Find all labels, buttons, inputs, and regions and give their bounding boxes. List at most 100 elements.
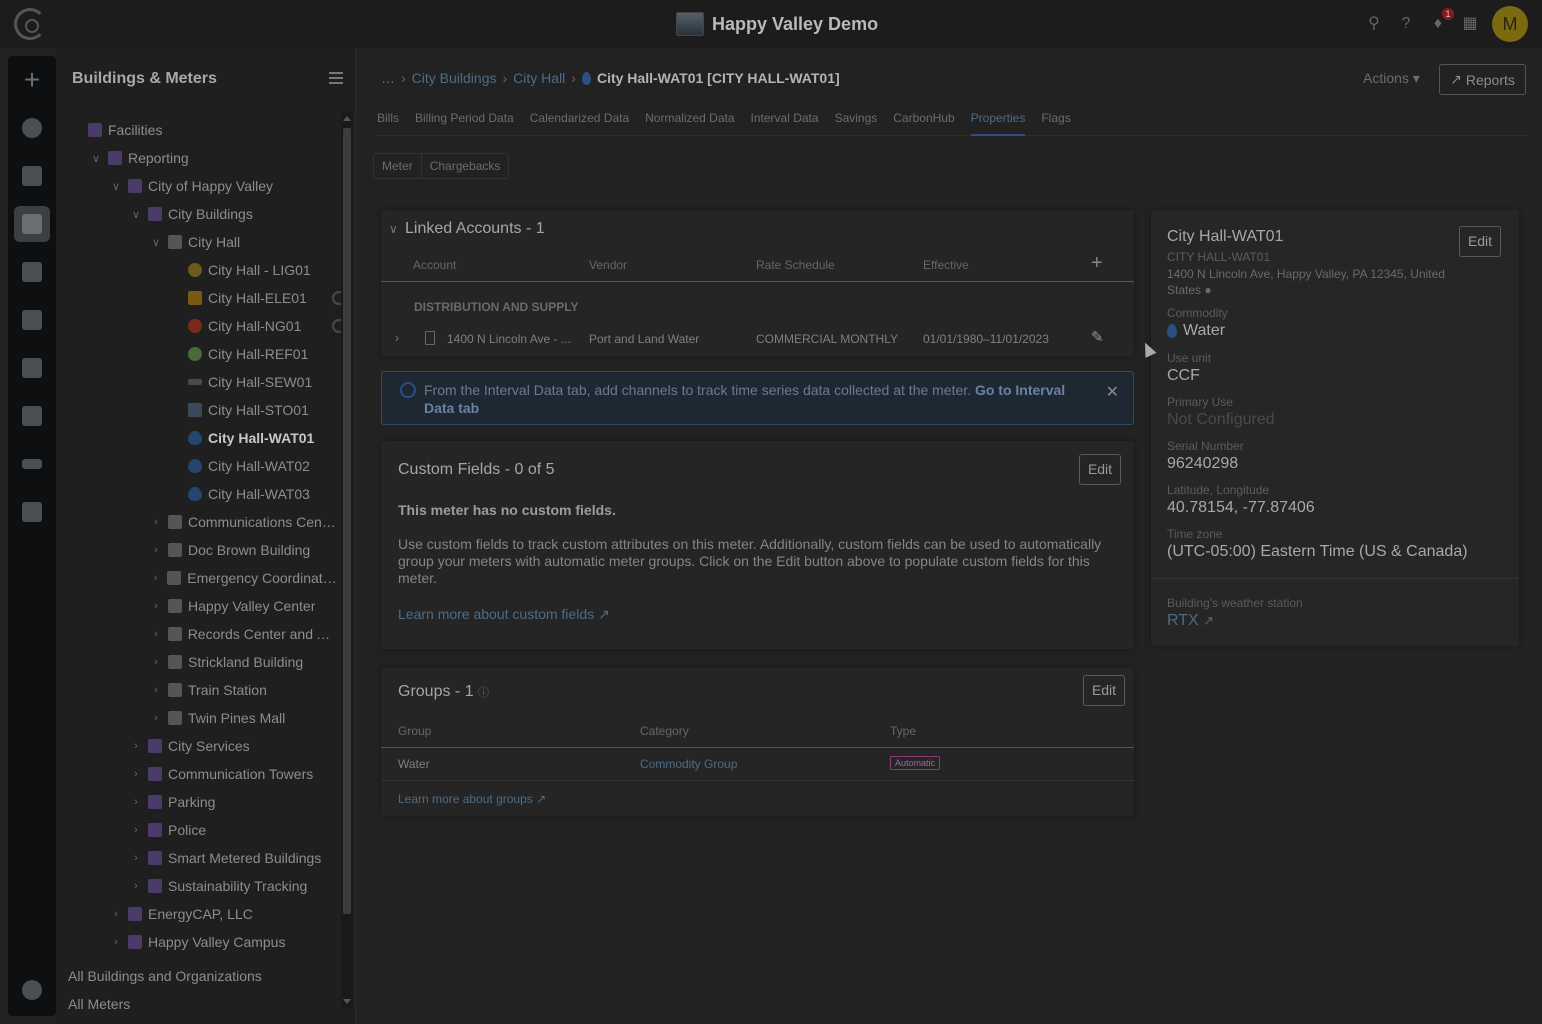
actions-dropdown[interactable]: Actions ▾ xyxy=(1363,70,1420,87)
map-pin-icon[interactable]: ● xyxy=(1204,283,1211,297)
tree-item[interactable]: › Parking xyxy=(56,788,338,816)
tree-item[interactable]: › Smart Metered Buildings xyxy=(56,844,338,872)
tab-interval-data[interactable]: Interval Data xyxy=(751,110,819,136)
tree-item[interactable]: › Happy Valley Campus xyxy=(56,928,338,956)
tree-item[interactable]: City Hall-ELE01 xyxy=(56,284,346,312)
tree-item[interactable]: City Hall-WAT01 xyxy=(56,424,338,452)
pulse-icon[interactable] xyxy=(14,446,50,482)
tree-item[interactable]: Facilities xyxy=(56,116,338,144)
tab-calendarized-data[interactable]: Calendarized Data xyxy=(530,110,629,136)
breadcrumb-item[interactable]: City Buildings xyxy=(412,70,497,86)
tree-item[interactable]: › Communication Towers xyxy=(56,760,338,788)
tab-properties[interactable]: Properties xyxy=(970,110,1026,136)
user-avatar[interactable]: M xyxy=(1492,6,1528,42)
breadcrumb-more-icon[interactable]: … xyxy=(381,70,395,86)
chevron-right-icon[interactable]: › xyxy=(148,544,164,556)
bills-calculator-icon[interactable] xyxy=(14,254,50,290)
chevron-down-icon[interactable]: ∨ xyxy=(108,180,124,193)
tree-item[interactable]: › Records Center and Ar... xyxy=(56,620,338,648)
all-meters-link[interactable]: All Meters xyxy=(68,996,130,1012)
chevron-right-icon[interactable]: › xyxy=(148,656,164,668)
tab-savings[interactable]: Savings xyxy=(835,110,878,136)
custom-fields-learn-more[interactable]: Learn more about custom fields ↗ xyxy=(398,606,610,623)
chevron-right-icon[interactable]: › xyxy=(128,768,144,780)
col-vendor[interactable]: Vendor xyxy=(589,258,627,272)
chevron-right-icon[interactable]: › xyxy=(128,824,144,836)
tree-item[interactable]: › Doc Brown Building xyxy=(56,536,338,564)
custom-fields-edit-button[interactable]: Edit xyxy=(1079,454,1121,485)
tree-item[interactable]: ∨ City Hall xyxy=(56,228,338,256)
tree-item[interactable]: › City Services xyxy=(56,732,338,760)
chevron-right-icon[interactable]: › xyxy=(148,684,164,696)
meter-info-edit-button[interactable]: Edit xyxy=(1459,226,1501,257)
scroll-thumb[interactable] xyxy=(343,128,351,914)
settings-gear-icon[interactable] xyxy=(14,972,50,1008)
collapse-chevron-icon[interactable]: ∨ xyxy=(389,222,398,236)
expand-row-icon[interactable]: › xyxy=(395,331,399,345)
col-category[interactable]: Category xyxy=(640,724,689,738)
tree-item[interactable]: › Police xyxy=(56,816,338,844)
tree-item[interactable]: › Happy Valley Center xyxy=(56,592,338,620)
energycap-logo-icon[interactable] xyxy=(14,8,46,40)
groups-learn-more[interactable]: Learn more about groups ↗ xyxy=(398,792,546,806)
chevron-right-icon[interactable]: › xyxy=(128,880,144,892)
chevron-down-icon[interactable]: ∨ xyxy=(88,152,104,165)
edit-pencil-icon[interactable]: ✎ xyxy=(1091,328,1104,346)
reports-icon[interactable] xyxy=(14,158,50,194)
all-buildings-link[interactable]: All Buildings and Organizations xyxy=(68,968,262,984)
tab-carbonhub[interactable]: CarbonHub xyxy=(893,110,954,136)
tree-item[interactable]: › Train Station xyxy=(56,676,338,704)
chevron-right-icon[interactable]: › xyxy=(108,936,124,948)
reports-button[interactable]: ↗ Reports xyxy=(1439,64,1526,95)
add-icon[interactable]: + xyxy=(14,62,50,98)
chevron-down-icon[interactable]: ∨ xyxy=(148,236,164,249)
tree-item[interactable]: City Hall-WAT02 xyxy=(56,452,338,480)
chevron-right-icon[interactable]: › xyxy=(148,516,164,528)
hamburger-menu-icon[interactable] xyxy=(329,72,343,84)
chevron-right-icon[interactable]: › xyxy=(128,796,144,808)
tree-item[interactable]: City Hall-STO01 xyxy=(56,396,338,424)
tab-billing-period-data[interactable]: Billing Period Data xyxy=(415,110,514,136)
chevron-right-icon[interactable]: › xyxy=(128,852,144,864)
col-effective[interactable]: Effective xyxy=(923,258,969,272)
tree-item[interactable]: City Hall-WAT03 xyxy=(56,480,338,508)
tree-scrollbar[interactable] xyxy=(341,112,353,1008)
tree-item[interactable]: › Twin Pines Mall xyxy=(56,704,338,732)
tab-bills[interactable]: Bills xyxy=(377,110,399,136)
chevron-right-icon[interactable]: › xyxy=(148,600,164,612)
tab-flags[interactable]: Flags xyxy=(1041,110,1070,136)
tree-item[interactable]: › Emergency Coordinatio... xyxy=(56,564,338,592)
tree-item[interactable]: City Hall-SEW01 xyxy=(56,368,338,396)
breadcrumb-item[interactable]: City Hall xyxy=(513,70,565,86)
factory-icon[interactable] xyxy=(14,494,50,530)
groups-edit-button[interactable]: Edit xyxy=(1083,675,1125,706)
apps-grid-icon[interactable]: ▦ xyxy=(1460,14,1480,34)
accounts-icon[interactable] xyxy=(14,302,50,338)
account-cell[interactable]: 1400 N Lincoln Ave - ... xyxy=(447,332,571,346)
chevron-right-icon[interactable]: › xyxy=(148,712,164,724)
tree-item[interactable]: › Strickland Building xyxy=(56,648,338,676)
tree-item[interactable]: ∨ City Buildings xyxy=(56,200,338,228)
chevron-right-icon[interactable]: › xyxy=(108,908,124,920)
subtab-meter[interactable]: Meter xyxy=(374,154,421,178)
buildings-meters-icon[interactable] xyxy=(14,206,50,242)
tree-item[interactable]: › EnergyCAP, LLC xyxy=(56,900,338,928)
hierarchy-icon[interactable] xyxy=(14,398,50,434)
tree-item[interactable]: ∨ City of Happy Valley xyxy=(56,172,338,200)
tree-item[interactable]: › Sustainability Tracking xyxy=(56,872,338,900)
scroll-up-icon[interactable] xyxy=(343,116,351,121)
chevron-right-icon[interactable]: › xyxy=(148,572,163,584)
add-account-icon[interactable]: + xyxy=(1091,252,1103,275)
tree-item[interactable]: City Hall-REF01 xyxy=(56,340,338,368)
chevron-down-icon[interactable]: ∨ xyxy=(128,208,144,221)
weather-station-link[interactable]: RTX ↗ xyxy=(1167,612,1214,630)
subtab-chargebacks[interactable]: Chargebacks xyxy=(420,154,509,178)
col-type[interactable]: Type xyxy=(890,724,916,738)
chevron-right-icon[interactable]: › xyxy=(148,628,164,640)
help-icon[interactable]: ? xyxy=(1396,14,1416,34)
search-icon[interactable]: ⚲ xyxy=(1364,14,1384,34)
tree-item[interactable]: City Hall-NG01 xyxy=(56,312,346,340)
budgets-icon[interactable] xyxy=(14,350,50,386)
scroll-down-icon[interactable] xyxy=(343,999,351,1004)
close-icon[interactable]: ✕ xyxy=(1106,382,1119,402)
